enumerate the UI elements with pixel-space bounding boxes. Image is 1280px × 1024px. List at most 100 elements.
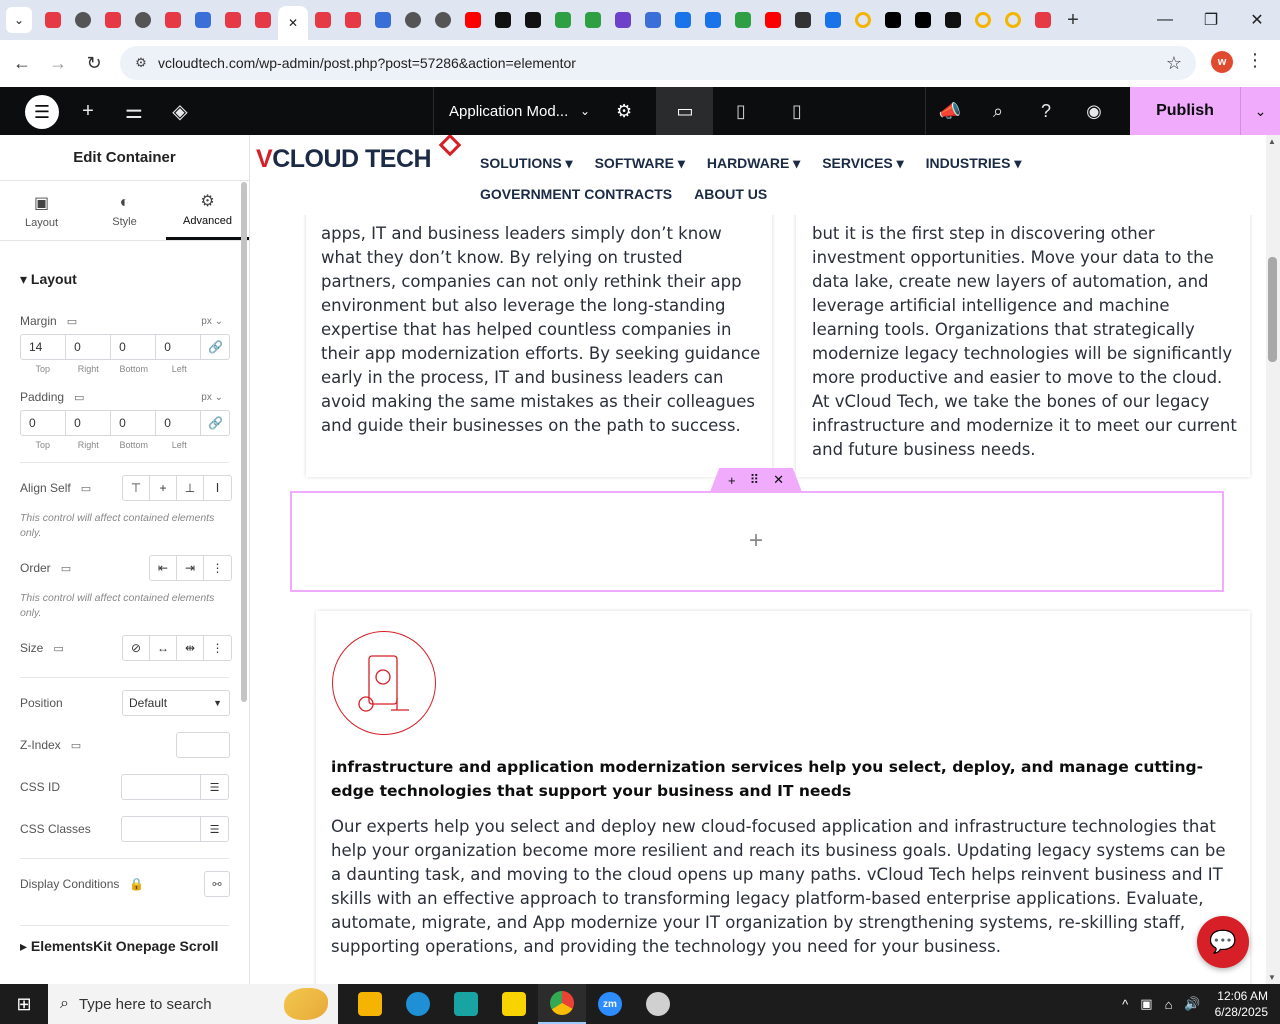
css-id-input[interactable]: ☰ <box>121 774 229 800</box>
content-card-right[interactable]: but it is the first step in discovering … <box>796 175 1250 477</box>
publish-button[interactable]: Publish <box>1130 87 1240 135</box>
padding-top-input[interactable]: 0 <box>21 411 67 435</box>
mobile-icon[interactable]: ▯ <box>769 87 825 135</box>
browser-tab[interactable] <box>758 5 788 35</box>
scroll-down-icon[interactable]: ▼ <box>1268 973 1276 982</box>
browser-tab[interactable] <box>518 5 548 35</box>
align-center-icon[interactable]: + <box>150 476 177 500</box>
vcloud-logo[interactable]: VCLOUD TECH <box>256 135 462 174</box>
zindex-input[interactable] <box>176 732 230 758</box>
nav-about-us[interactable]: ABOUT US <box>694 186 767 202</box>
browser-tab[interactable] <box>188 5 218 35</box>
browser-tab[interactable] <box>458 5 488 35</box>
layout-section-toggle[interactable]: ▾ Layout <box>20 241 229 308</box>
browser-tab[interactable] <box>638 5 668 35</box>
content-card-left[interactable]: apps, IT and business leaders simply don… <box>306 175 772 477</box>
browser-tab[interactable] <box>218 5 248 35</box>
publish-options-button[interactable]: ⌄ <box>1240 87 1280 135</box>
browser-tab[interactable] <box>248 5 278 35</box>
responsive-monitor-icon[interactable]: ▭ <box>53 642 63 655</box>
tab-advanced[interactable]: ⚙ Advanced <box>166 181 249 240</box>
paint-icon[interactable] <box>634 984 682 1024</box>
empty-container[interactable]: + <box>290 491 1224 592</box>
margin-right-input[interactable]: 0 <box>66 335 112 359</box>
add-widget-icon[interactable]: + <box>749 527 763 555</box>
forward-button[interactable]: → <box>40 45 76 81</box>
help-icon[interactable]: ? <box>1022 87 1070 135</box>
zoom-icon[interactable]: zm <box>586 984 634 1024</box>
browser-tab[interactable] <box>788 5 818 35</box>
clock[interactable]: 12:06 AM 6/28/2025 <box>1215 988 1268 1020</box>
browser-tab[interactable] <box>908 5 938 35</box>
padding-right-input[interactable]: 0 <box>66 411 112 435</box>
padding-bottom-input[interactable]: 0 <box>111 411 157 435</box>
size-grow-icon[interactable]: ↔ <box>150 636 177 660</box>
browser-tab[interactable] <box>578 5 608 35</box>
tablet-icon[interactable]: ▯ <box>713 87 769 135</box>
bookmark-star-icon[interactable]: ☆ <box>1166 53 1182 74</box>
browser-tab[interactable] <box>728 5 758 35</box>
browser-tab[interactable] <box>998 5 1028 35</box>
browser-tab[interactable] <box>158 5 188 35</box>
site-settings-icon[interactable]: ⚌ <box>111 87 157 135</box>
responsive-monitor-icon[interactable]: ▭ <box>71 739 81 752</box>
taskbar-search[interactable]: ⌕ Type here to search <box>48 984 338 1024</box>
browser-tab[interactable] <box>608 5 638 35</box>
profile-avatar[interactable]: w <box>1211 51 1233 73</box>
margin-left-input[interactable]: 0 <box>156 335 202 359</box>
browser-tab[interactable] <box>818 5 848 35</box>
browser-tab[interactable] <box>848 5 878 35</box>
order-start-icon[interactable]: ⇤ <box>150 556 177 580</box>
chevron-down-icon[interactable]: ⌄ <box>580 104 590 118</box>
url-text[interactable]: vcloudtech.com/wp-admin/post.php?post=57… <box>158 55 576 71</box>
more-options-icon[interactable]: ⋮ <box>204 636 231 660</box>
nav-software[interactable]: SOFTWARE ▾ <box>595 155 685 172</box>
page-settings-icon[interactable]: ⚙ <box>616 101 632 122</box>
browser-tab[interactable] <box>128 5 158 35</box>
back-button[interactable]: ← <box>4 45 40 81</box>
margin-top-input[interactable]: 14 <box>21 335 67 359</box>
scroll-up-icon[interactable]: ▲ <box>1268 137 1276 146</box>
browser-tab[interactable] <box>38 5 68 35</box>
canvas-scrollbar[interactable]: ▲ ▼ <box>1266 135 1280 984</box>
align-end-icon[interactable]: ⊥ <box>177 476 204 500</box>
browser-tab[interactable] <box>308 5 338 35</box>
display-conditions-button[interactable]: ⚯ <box>204 871 230 897</box>
drag-grip-icon[interactable]: ⠿ <box>750 472 760 488</box>
browser-tab[interactable] <box>668 5 698 35</box>
delete-icon[interactable]: ✕ <box>773 472 784 488</box>
site-info-icon[interactable]: ⚙ <box>126 55 156 71</box>
size-shrink-icon[interactable]: ⇹ <box>177 636 204 660</box>
chat-widget-button[interactable]: 💬 <box>1197 916 1249 968</box>
omnibox[interactable]: ⚙ vcloudtech.com/wp-admin/post.php?post=… <box>120 46 1196 80</box>
position-select[interactable]: Default ▼ <box>122 690 230 716</box>
browser-tab[interactable] <box>938 5 968 35</box>
margin-bottom-input[interactable]: 0 <box>111 335 157 359</box>
browser-menu-icon[interactable]: ⋮ <box>1246 50 1264 71</box>
tray-overflow-icon[interactable]: ^ <box>1122 997 1128 1012</box>
add-element-icon[interactable]: + <box>65 87 111 135</box>
browser-tab[interactable] <box>68 5 98 35</box>
align-start-icon[interactable]: ⊤ <box>123 476 150 500</box>
responsive-monitor-icon[interactable]: ▭ <box>81 482 91 495</box>
wifi-icon[interactable]: ⌂ <box>1165 997 1173 1012</box>
tab-style[interactable]: ◐ Style <box>83 181 166 240</box>
link-values-icon[interactable]: 🔗 <box>201 411 229 435</box>
order-end-icon[interactable]: ⇥ <box>177 556 204 580</box>
reload-button[interactable]: ↻ <box>76 45 112 81</box>
file-explorer-icon[interactable] <box>346 984 394 1024</box>
padding-left-input[interactable]: 0 <box>156 411 202 435</box>
minimize-icon[interactable]: — <box>1142 0 1188 40</box>
elementor-logo-icon[interactable]: ☰ <box>25 95 59 129</box>
chrome-icon[interactable] <box>538 984 586 1024</box>
notifications-megaphone-icon[interactable]: 📣 <box>926 87 974 135</box>
page-title[interactable]: Application Mod... <box>449 103 568 120</box>
browser-tab[interactable] <box>698 5 728 35</box>
browser-tab[interactable] <box>968 5 998 35</box>
padding-unit-select[interactable]: px ⌄ <box>201 392 223 403</box>
browser-tab[interactable] <box>488 5 518 35</box>
sticky-notes-icon[interactable] <box>490 984 538 1024</box>
container-handle[interactable]: + ⠿ ✕ <box>710 468 802 492</box>
browser-tab[interactable] <box>368 5 398 35</box>
tab-search-button[interactable]: ⌄ <box>6 7 32 33</box>
